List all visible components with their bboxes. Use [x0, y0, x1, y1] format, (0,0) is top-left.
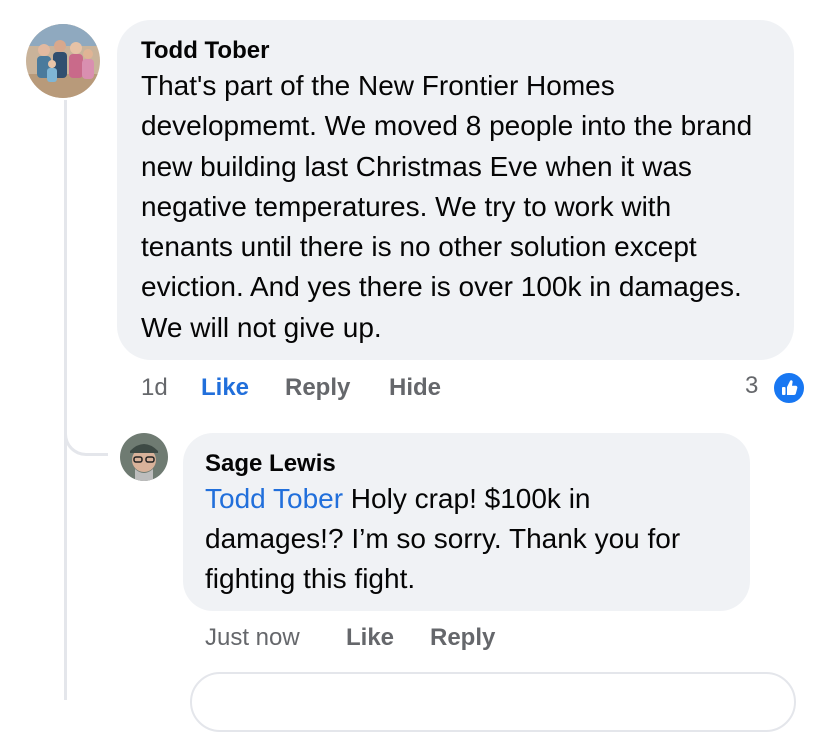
thumbs-up-icon [782, 380, 798, 395]
reply-connector [64, 370, 108, 456]
reply-bubble: Sage Lewis Todd Tober Holy crap! $100k i… [183, 433, 750, 611]
reply-button[interactable]: Reply [430, 624, 495, 652]
comment-timestamp[interactable]: 1d [141, 374, 168, 402]
reaction-count[interactable]: 3 [745, 372, 758, 400]
reply-button[interactable]: Reply [285, 374, 350, 402]
hide-button[interactable]: Hide [389, 374, 441, 402]
comment-author[interactable]: Todd Tober [141, 36, 770, 66]
avatar[interactable] [26, 24, 100, 98]
like-button[interactable]: Like [346, 624, 394, 652]
comment-bubble: Todd Tober That's part of the New Fronti… [117, 20, 794, 360]
like-icon[interactable] [772, 371, 806, 405]
reply-author[interactable]: Sage Lewis [205, 449, 728, 479]
profile-photo-avatar [120, 433, 168, 481]
reply-timestamp[interactable]: Just now [205, 624, 300, 652]
next-comment-box[interactable] [190, 672, 796, 732]
reply-text: Todd Tober Holy crap! $100k in damages!?… [205, 479, 728, 599]
mention-link[interactable]: Todd Tober [205, 483, 343, 514]
avatar[interactable] [120, 433, 168, 481]
family-photo-avatar [26, 24, 100, 98]
like-button[interactable]: Like [201, 374, 249, 402]
comment-text: That's part of the New Frontier Homes de… [141, 70, 753, 343]
